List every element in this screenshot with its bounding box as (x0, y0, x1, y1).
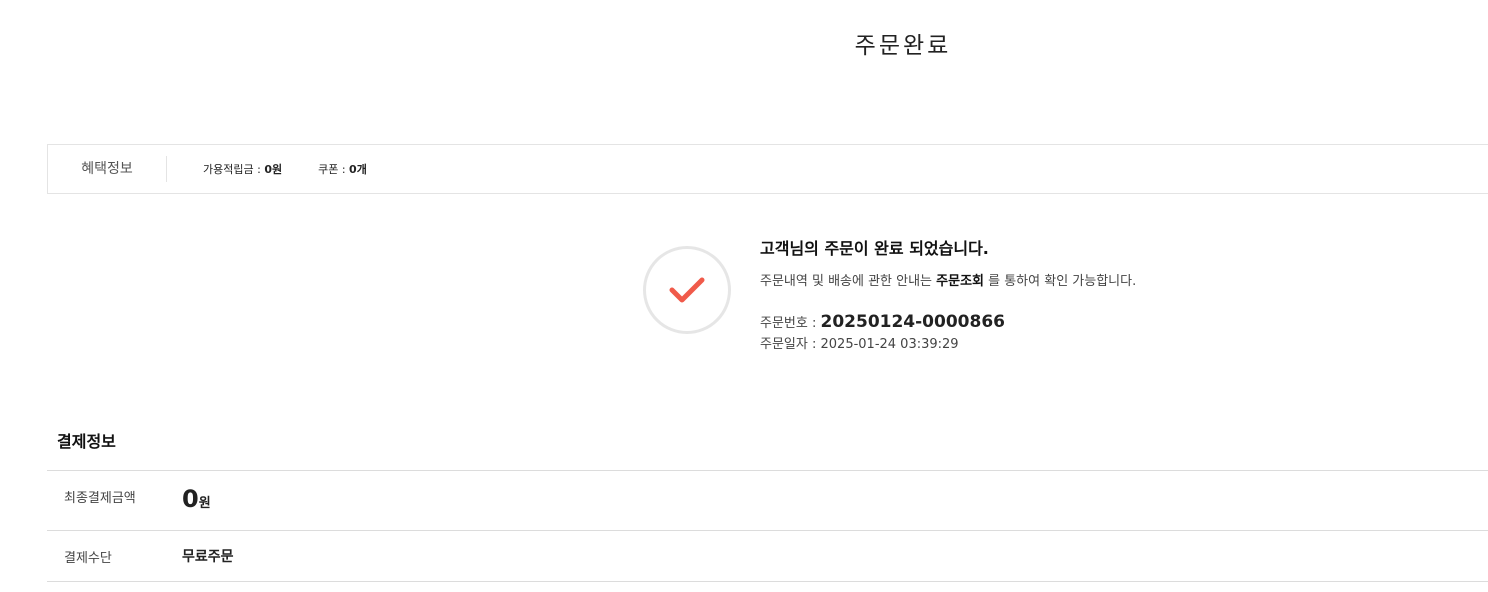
order-inquiry-link[interactable]: 주문조회 (936, 274, 984, 289)
final-amount: 0 (182, 485, 199, 513)
check-icon (643, 246, 731, 334)
benefit-title: 혜택정보 (48, 156, 167, 182)
final-amount-label: 최종결제금액 (64, 491, 136, 506)
payment-info-table: 최종결제금액 0원 결제수단 무료주문 (47, 470, 1488, 582)
description-text: 주문내역 및 배송에 관한 안내는 (760, 274, 937, 289)
order-date: 주문일자 : 2025-01-24 03:39:29 (760, 335, 1160, 355)
order-number: 주문번호 : 20250124-0000866 (760, 311, 1160, 335)
page-title: 주문완료 (854, 33, 952, 59)
available-points: 가용적립금 : 0원 (203, 161, 282, 177)
coupon-label: 쿠폰 : (318, 163, 350, 176)
order-date-label: 주문일자 : (760, 337, 821, 352)
coupon-count: 쿠폰 : 0개 (318, 161, 367, 177)
description-text-end: 를 통하여 확인 가능합니다. (984, 274, 1137, 289)
final-amount-value: 0원 (182, 471, 211, 530)
final-amount-unit: 원 (198, 496, 211, 511)
final-amount-row: 최종결제금액 0원 (47, 471, 1488, 531)
complete-description: 주문내역 및 배송에 관한 안내는 주문조회 를 통하여 확인 가능합니다. (760, 272, 1160, 292)
payment-method-row: 결제수단 무료주문 (47, 531, 1488, 582)
order-complete-text: 고객님의 주문이 완료 되었습니다. 주문내역 및 배송에 관한 안내는 주문조… (760, 236, 1160, 355)
order-number-label: 주문번호 : (760, 316, 821, 331)
order-number-value: 20250124-0000866 (820, 312, 1006, 332)
available-points-value: 0원 (264, 163, 283, 176)
payment-method-label: 결제수단 (64, 550, 112, 566)
complete-heading: 고객님의 주문이 완료 되었습니다. (760, 239, 989, 258)
payment-method-value: 무료주문 (182, 549, 234, 565)
coupon-value: 0개 (349, 163, 367, 176)
benefit-info-bar: 혜택정보 가용적립금 : 0원 쿠폰 : 0개 (47, 144, 1488, 194)
order-date-value: 2025-01-24 03:39:29 (820, 337, 959, 352)
available-points-label: 가용적립금 : (203, 163, 265, 176)
payment-info-title: 결제정보 (57, 432, 116, 451)
